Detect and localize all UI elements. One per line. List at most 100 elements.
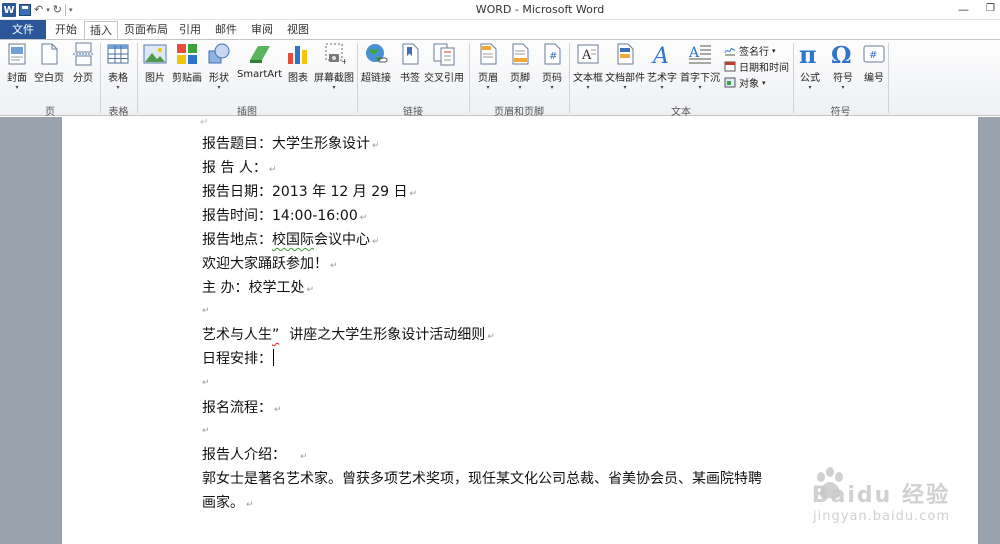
doc-line[interactable]: 主 办：校学工处 ↵ — [202, 277, 314, 297]
signature-line-button[interactable]: 签名行 ▾ — [724, 43, 776, 58]
footer-dropdown-icon: ▾ — [518, 84, 522, 91]
table-icon — [106, 42, 130, 66]
doc-line[interactable]: 报 告 人： ↵ — [202, 157, 276, 177]
quick-parts-button[interactable]: 文档部件 ▾ — [605, 42, 645, 92]
quick-parts-dropdown-icon: ▾ — [623, 84, 627, 91]
shapes-button[interactable]: 形状 ▾ — [207, 42, 231, 92]
symbol-dropdown-icon: ▾ — [841, 84, 845, 91]
svg-text:π: π — [799, 42, 817, 66]
page-number-dropdown-icon: ▾ — [550, 84, 554, 91]
tab-view[interactable]: 视图 — [282, 20, 314, 39]
shapes-icon — [207, 42, 231, 66]
screenshot-button[interactable]: + 屏幕截图 ▾ — [314, 42, 354, 92]
cover-page-icon — [5, 42, 29, 66]
text-box-button[interactable]: A 文本框 ▾ — [573, 42, 603, 92]
tab-home[interactable]: 开始 — [50, 20, 82, 39]
object-button[interactable]: 对象 ▾ — [724, 75, 766, 90]
drop-cap-icon: A — [688, 42, 712, 66]
doc-line[interactable]: 艺术与人生” 讲座之大学生形象设计活动细则 ↵ — [202, 324, 495, 344]
clip-art-button[interactable]: 剪贴画 — [172, 42, 202, 84]
group-label-tables: 表格 — [108, 107, 129, 118]
text-box-icon: A — [576, 42, 600, 66]
svg-text:A: A — [651, 44, 669, 66]
document-area[interactable]: ↵ 报告题目：大学生形象设计 ↵ 报 告 人： ↵ 报告日期：2013 年 12 月… — [0, 117, 1000, 544]
cover-page-button[interactable]: 封面 ▾ — [5, 42, 29, 92]
group-label-pages: 页 — [45, 107, 55, 118]
cross-reference-button[interactable]: 交叉引用 — [424, 42, 464, 84]
group-separator — [888, 43, 889, 113]
table-button[interactable]: 表格 ▾ — [106, 42, 130, 92]
tab-review[interactable]: 审阅 — [246, 20, 278, 39]
wordart-icon: A — [650, 42, 674, 69]
screenshot-icon: + — [322, 42, 348, 66]
spelling-squiggle: ” — [272, 327, 280, 343]
empty-paragraph-mark: ↵ — [202, 426, 210, 436]
object-dropdown-icon: ▾ — [762, 78, 766, 87]
header-button[interactable]: 页眉 ▾ — [476, 42, 500, 92]
doc-line[interactable]: 报名流程： ↵ — [202, 397, 282, 417]
blank-page-button[interactable]: 空白页 — [34, 42, 64, 84]
doc-line[interactable]: 报告日期：2013 年 12 月 29 日 ↵ — [202, 181, 417, 201]
symbol-button[interactable]: Ω 符号 ▾ — [831, 42, 855, 92]
empty-paragraph-mark: ↵ — [202, 306, 210, 316]
doc-line[interactable]: 欢迎大家踊跃参加！ ↵ — [202, 253, 338, 273]
footer-icon — [508, 42, 532, 66]
doc-line[interactable]: 日程安排： — [202, 348, 274, 368]
tab-page-layout[interactable]: 页面布局 — [122, 20, 170, 39]
drop-cap-dropdown-icon: ▾ — [698, 84, 702, 91]
wordart-dropdown-icon: ▾ — [660, 84, 664, 91]
watermark-url: jingyan.baidu.com — [813, 509, 950, 524]
group-label-text: 文本 — [671, 107, 691, 118]
wordart-button[interactable]: A 艺术字 ▾ — [647, 42, 677, 92]
group-label-symbols: 符号 — [830, 107, 851, 118]
clip-art-icon — [175, 42, 199, 66]
page-number-button[interactable]: # 页码 ▾ — [540, 42, 564, 92]
tab-references[interactable]: 引用 — [174, 20, 206, 39]
quick-parts-icon — [613, 42, 637, 66]
svg-text:Ω: Ω — [831, 42, 851, 66]
omega-icon: Ω — [831, 42, 855, 69]
svg-text:+: + — [341, 57, 346, 66]
tab-mailings[interactable]: 邮件 — [210, 20, 242, 39]
picture-icon — [143, 42, 167, 66]
ribbon-insert: 封面 ▾ 空白页 分页 页 表格 ▾ 表格 图片 剪贴画 形状 ▾ SmartA… — [0, 39, 1000, 118]
tab-file[interactable]: 文件 — [0, 20, 46, 39]
watermark: Baidu 经验 jingyan.baidu.com — [812, 477, 950, 524]
restore-icon[interactable]: ❐ — [986, 3, 995, 14]
chart-button[interactable]: 图表 — [286, 42, 310, 84]
bookmark-button[interactable]: 书签 — [398, 42, 422, 84]
minimize-icon[interactable]: — — [958, 3, 969, 16]
screenshot-dropdown-icon: ▾ — [332, 84, 336, 91]
doc-line[interactable]: 报告地点：校国际会议中心 ↵ — [202, 229, 380, 249]
doc-line[interactable]: 画家。 ↵ — [202, 492, 254, 512]
date-time-button[interactable]: 日期和时间 — [724, 59, 789, 74]
text-box-dropdown-icon: ▾ — [586, 84, 590, 91]
page-break-button[interactable]: 分页 — [71, 42, 95, 84]
hyperlink-button[interactable]: 超链接 — [361, 42, 391, 84]
doc-line[interactable]: 报告人介绍： ↵ — [202, 444, 308, 464]
cover-page-dropdown-icon: ▾ — [15, 84, 19, 91]
chart-icon — [286, 42, 310, 66]
ribbon-tab-row: 文件 开始 插入 页面布局 引用 邮件 审阅 视图 — [0, 20, 1000, 40]
smartart-button[interactable]: SmartArt — [237, 42, 282, 80]
blank-page-icon — [37, 42, 61, 66]
grammar-squiggle: 校国际 — [272, 232, 314, 248]
cross-reference-icon — [432, 42, 456, 66]
svg-text:A: A — [581, 48, 592, 63]
svg-text:#: # — [869, 50, 877, 61]
footer-button[interactable]: 页脚 ▾ — [508, 42, 532, 92]
signature-line-dropdown-icon: ▾ — [772, 46, 776, 55]
equation-button[interactable]: π 公式 ▾ — [798, 40, 822, 92]
empty-paragraph-mark: ↵ — [202, 378, 210, 388]
document-page[interactable]: ↵ 报告题目：大学生形象设计 ↵ 报 告 人： ↵ 报告日期：2013 年 12 月… — [62, 117, 978, 544]
signature-line-icon — [724, 45, 736, 56]
group-label-links: 链接 — [403, 107, 423, 118]
picture-button[interactable]: 图片 — [143, 42, 167, 84]
number-button[interactable]: # 编号 — [862, 42, 886, 84]
doc-line[interactable]: 报告时间：14:00-16:00 ↵ — [202, 205, 367, 225]
bookmark-icon — [398, 42, 422, 66]
drop-cap-button[interactable]: A 首字下沉 ▾ — [680, 42, 720, 92]
doc-line[interactable]: 郭女士是著名艺术家。曾获多项艺术奖项，现任某文化公司总裁、省美协会员、某画院特聘 — [202, 468, 762, 488]
doc-line[interactable]: 报告题目：大学生形象设计 ↵ — [202, 133, 380, 153]
tab-insert[interactable]: 插入 — [84, 21, 118, 40]
